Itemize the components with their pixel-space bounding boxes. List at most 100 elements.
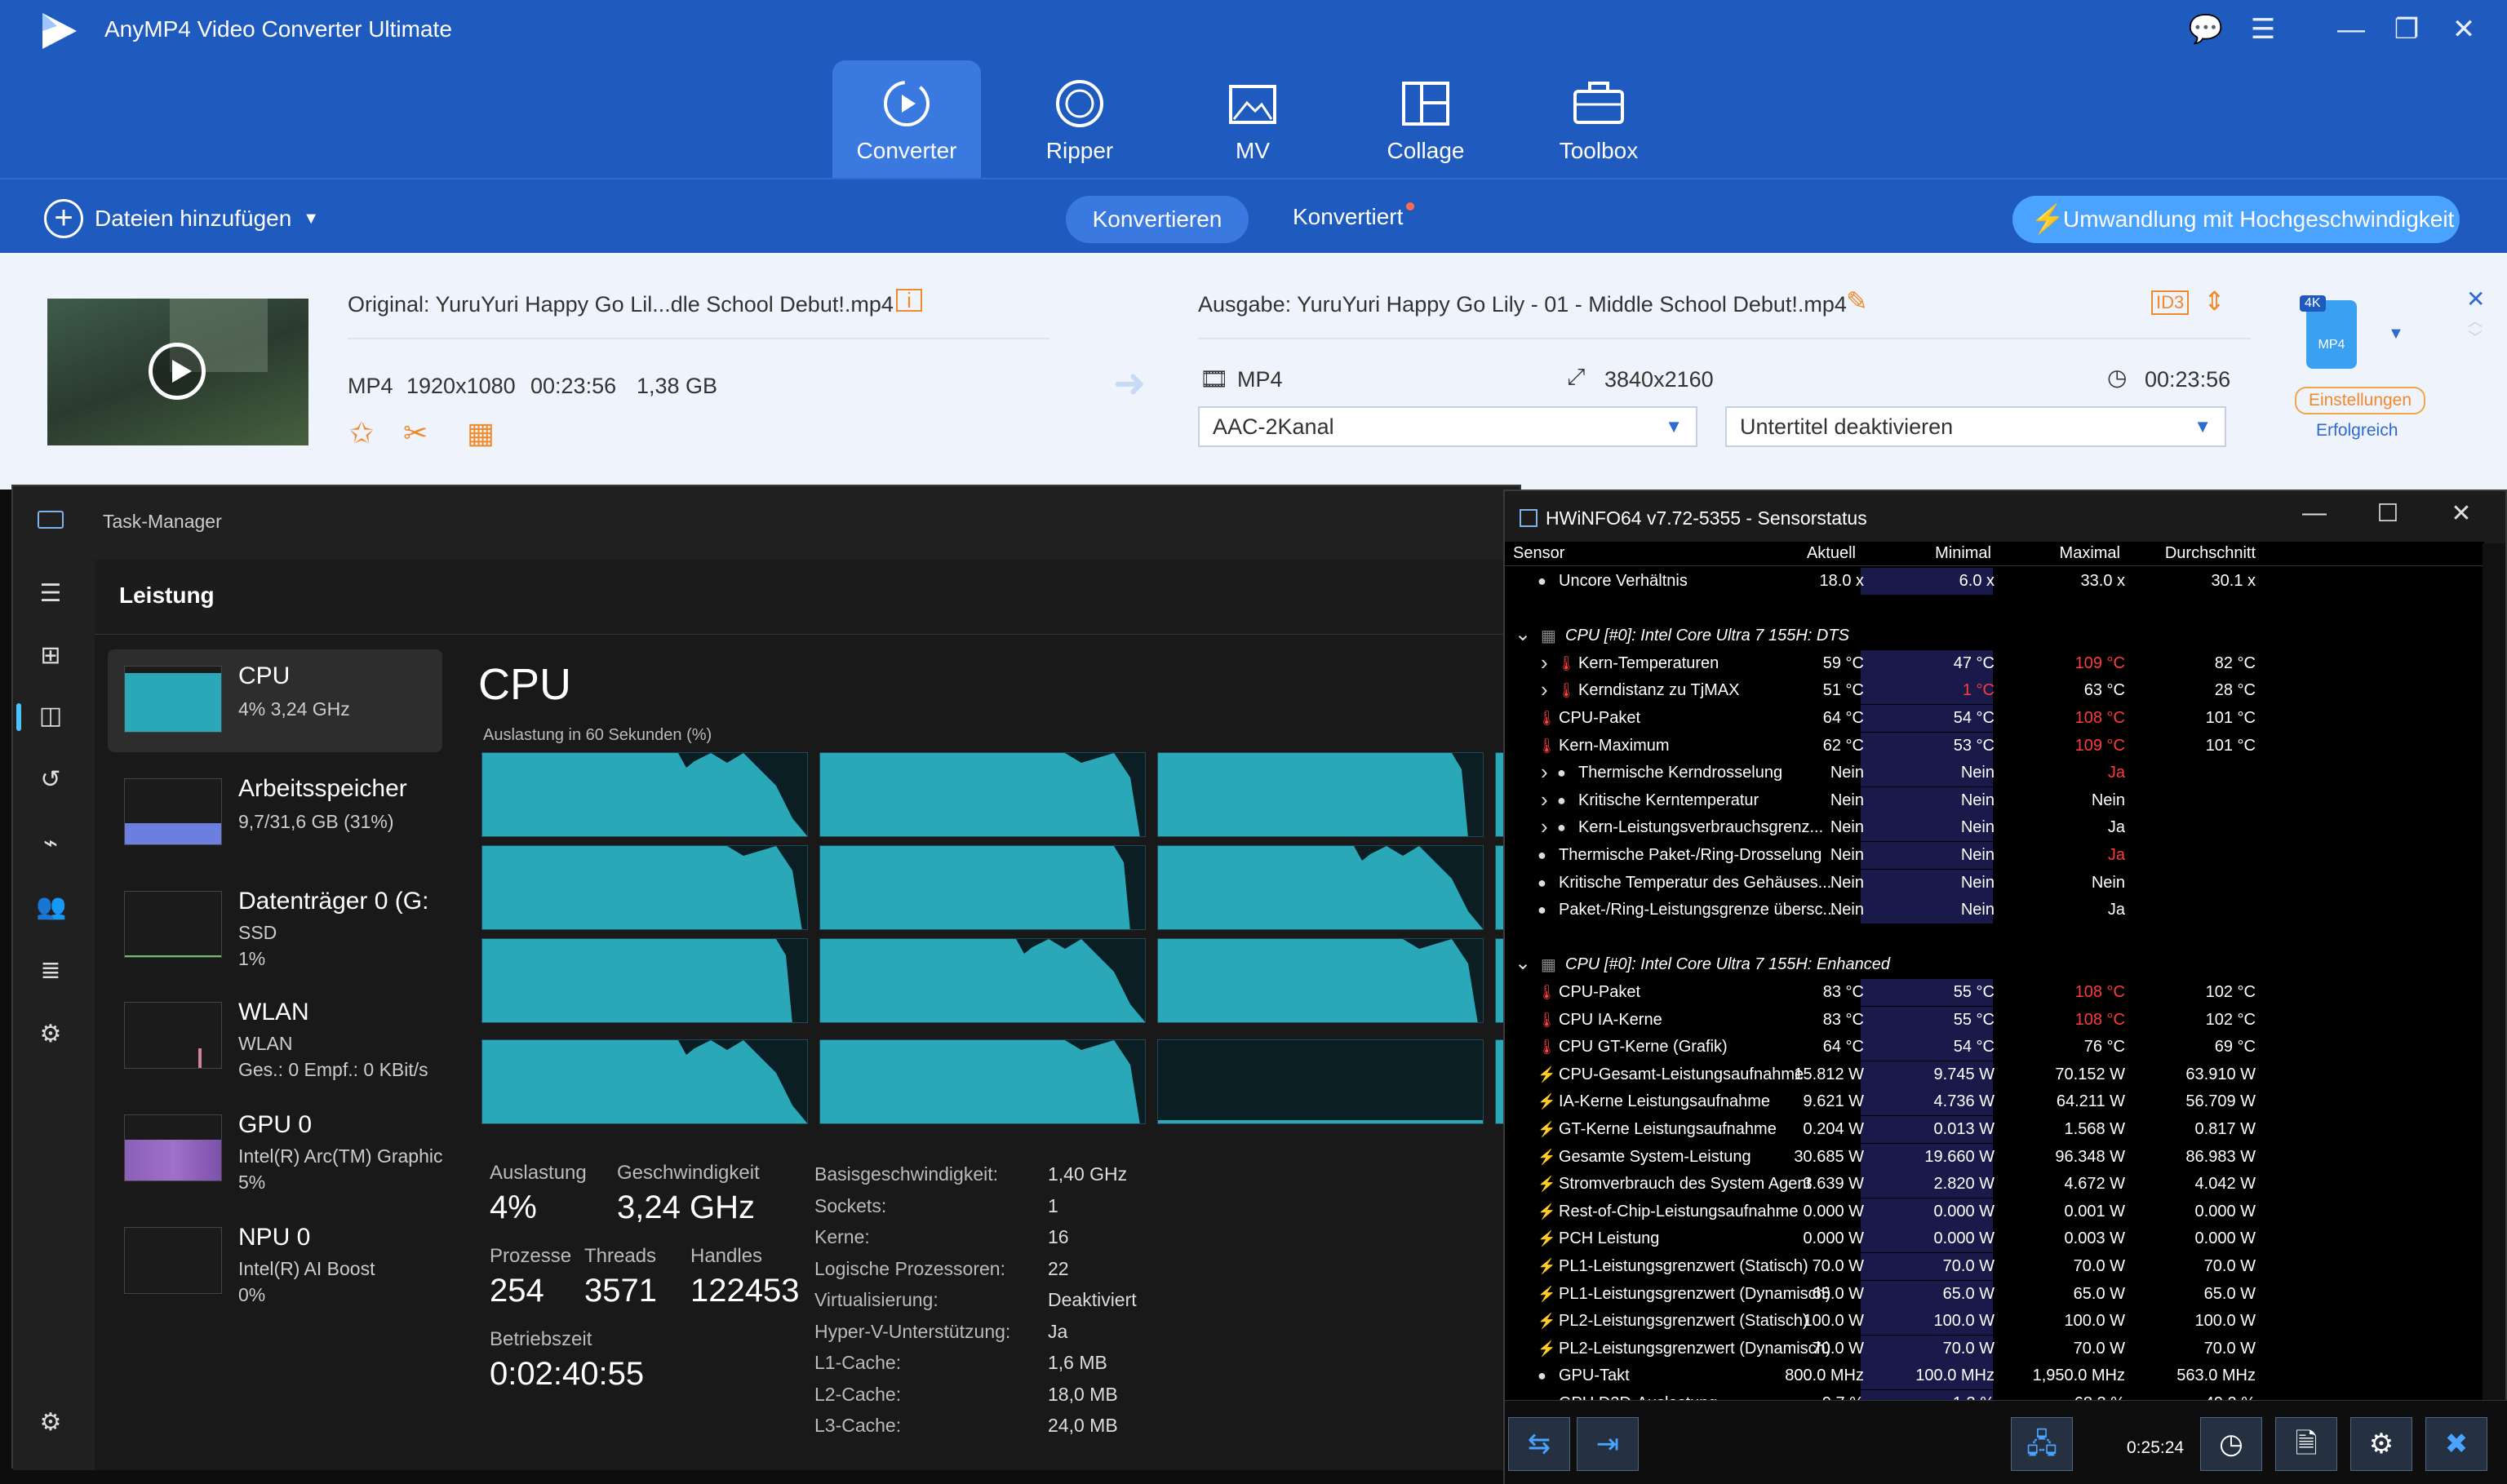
sensor-group-row[interactable]: ⌄ ▦ CPU [#0]: Intel Core Ultra 7 155H: Enh… [1505, 951, 2484, 978]
chevron-down-icon[interactable]: ▼ [303, 210, 319, 228]
play-icon[interactable] [149, 343, 206, 400]
sensor-row[interactable]: ⚡ Rest-of-Chip-Leistungsaufnahme 0.000 W 0.… [1505, 1198, 2484, 1225]
users-icon[interactable]: 👥 [36, 893, 66, 922]
rename-pencil-icon[interactable]: ✎ [1846, 286, 1868, 317]
tab-mv[interactable]: MV [1178, 60, 1327, 178]
menu-icon[interactable]: ☰ [2243, 13, 2283, 46]
sensor-row[interactable]: ●GPU D3D-Auslastung9.7 %1.3 %68.3 %49.2 … [1505, 1390, 2484, 1400]
sensor-row[interactable]: ⚡ Gesamte System-Leistung 30.685 W 19.660 W… [1505, 1143, 2484, 1171]
sensor-row[interactable]: › ● Kritische Kerntemperatur Nein Nein Nein [1505, 786, 2484, 814]
sensor-row[interactable]: ⚡ PL1-Leistungsgrenzwert (Dynamisch) 65.0 … [1505, 1280, 2484, 1308]
tab-konvertieren[interactable]: Konvertieren [1066, 196, 1249, 243]
expand-chevron-icon[interactable]: › [1541, 814, 1548, 839]
perf-card-npu[interactable]: NPU 0 Intel(R) AI Boost 0% [108, 1211, 442, 1313]
clock-reset-icon[interactable]: ◷ [2200, 1417, 2262, 1471]
high-speed-conversion-button[interactable]: ⚡ Umwandlung mit Hochgeschwindigkeit [2012, 196, 2460, 243]
expand-chevron-icon[interactable]: › [1541, 677, 1548, 702]
perf-card-memory[interactable]: Arbeitsspeicher 9,7/31,6 GB (31%) [108, 762, 442, 865]
sensor-row[interactable]: ⚡ PL2-Leistungsgrenzwert (Statisch) 100.0 … [1505, 1308, 2484, 1336]
sensor-row[interactable]: ● GPU-Takt 800.0 MHz 100.0 MHz 1,950.0 MHz 56… [1505, 1362, 2484, 1390]
sensor-row[interactable]: 🌡 CPU-Paket 83 °C 55 °C 108 °C 102 °C [1505, 979, 2484, 1006]
sensor-row[interactable]: 🌡 CPU IA-Kerne 83 °C 55 °C 108 °C 102 °C [1505, 1006, 2484, 1034]
processes-icon[interactable]: ⊞ [36, 641, 65, 671]
collapse-chevron-icon[interactable]: ⌄ [1515, 622, 1531, 646]
audio-track-select[interactable]: AAC-2Kanal ▼ [1198, 406, 1697, 447]
col-min[interactable]: Minimal [1893, 544, 1991, 563]
sensor-row[interactable]: ⚡ Stromverbrauch des System Agent 3.639 W2… [1505, 1171, 2484, 1198]
maximize-icon[interactable]: ❐ [2386, 13, 2427, 46]
perf-card-wlan[interactable]: WLAN WLAN Ges.: 0 Empf.: 0 KBit/s [108, 986, 442, 1088]
sensor-row[interactable]: 🌡 Kern-Maximum 62 °C 53 °C 109 °C 101 °C [1505, 732, 2484, 760]
expand-arrows-icon[interactable]: ⇆ [1508, 1417, 1570, 1471]
sensor-row[interactable]: 🌡 CPU-Paket 64 °C 54 °C 108 °C 101 °C [1505, 705, 2484, 732]
settings-gear-icon[interactable]: ⚙ [2350, 1417, 2412, 1471]
sensor-row[interactable]: › 🌡 Kerndistanz zu TjMAX 51 °C 1 °C 63 °C 28 °… [1505, 677, 2484, 705]
log-file-icon[interactable]: 🗎 [2275, 1417, 2337, 1471]
chevron-down-icon[interactable]: ▼ [2388, 325, 2404, 343]
collapse-arrows-icon[interactable]: ⇥ [1577, 1417, 1639, 1471]
remove-item-icon[interactable]: ✕ [2466, 286, 2485, 312]
edit-effects-icon[interactable]: ▦ [467, 416, 495, 450]
sensor-row[interactable]: ● Uncore Verhältnis 18.0 x 6.0 x 33.0 x 30.1 … [1505, 568, 2484, 595]
sensor-row[interactable]: › ● Kern-Leistungsverbrauchsgrenz... Nein Ne… [1505, 814, 2484, 842]
sensor-row[interactable]: 🌡 CPU GT-Kerne (Grafik) 64 °C 54 °C 76 °C 69 … [1505, 1034, 2484, 1061]
sensor-row[interactable] [1505, 924, 2484, 951]
sensor-row[interactable]: › 🌡 Kern-Temperaturen 59 °C 47 °C 109 °C 82 °C [1505, 649, 2484, 677]
sensor-row[interactable]: ⚡ GT-Kerne Leistungsaufnahme 0.204 W 0.013 … [1505, 1116, 2484, 1143]
tab-toolbox[interactable]: Toolbox [1524, 60, 1673, 178]
col-current[interactable]: Aktuell [1758, 544, 1856, 563]
subtitle-select[interactable]: Untertitel deaktivieren ▼ [1725, 406, 2226, 447]
maximize-icon[interactable]: ☐ [2363, 499, 2412, 528]
sensor-group-row[interactable]: ⌄ ▦ CPU [#0]: Intel Core Ultra 7 155H: DTS [1505, 622, 2484, 649]
details-icon[interactable]: ≣ [36, 956, 65, 986]
sensor-row[interactable]: ⚡ PCH Leistung 0.000 W 0.000 W 0.003 W 0.000 … [1505, 1225, 2484, 1253]
perf-card-cpu[interactable]: CPU 4% 3,24 GHz [108, 649, 442, 752]
settings-button[interactable]: Einstellungen [2295, 387, 2425, 414]
perf-card-disk[interactable]: Datenträger 0 (G: SSD 1% [108, 875, 442, 977]
perf-card-gpu[interactable]: GPU 0 Intel(R) Arc(TM) Graphic 5% [108, 1098, 442, 1201]
minimize-icon[interactable]: — [2331, 13, 2372, 46]
tab-ripper[interactable]: Ripper [1005, 60, 1154, 178]
services-icon[interactable]: ⚙ [36, 1020, 65, 1049]
performance-icon[interactable]: ◫ [36, 702, 65, 731]
hamburger-menu-icon[interactable]: ☰ [36, 579, 65, 609]
sensor-row[interactable]: ⚡ PL1-Leistungsgrenzwert (Statisch) 70.0 W… [1505, 1253, 2484, 1280]
expand-chevron-icon[interactable]: › [1541, 650, 1548, 676]
compress-icon[interactable]: ⇕ [2203, 286, 2225, 317]
sensor-row[interactable]: ⚡ IA-Kerne Leistungsaufnahme 9.621 W 4.736 … [1505, 1088, 2484, 1116]
expand-chevron-icon[interactable]: › [1541, 760, 1548, 785]
tab-konvertiert[interactable]: Konvertiert [1293, 202, 1415, 230]
add-files-button[interactable]: + Dateien hinzufügen ▼ [44, 199, 319, 238]
info-icon[interactable]: i [896, 289, 922, 312]
close-icon[interactable]: ✕ [2437, 499, 2486, 528]
settings-gear-icon[interactable]: ⚙ [36, 1408, 65, 1437]
reorder-arrows-icon[interactable]: ︿ ﹀ [2468, 313, 2483, 346]
collapse-chevron-icon[interactable]: ⌄ [1515, 951, 1531, 975]
output-format-badge[interactable]: 4K MP4 [2300, 295, 2357, 369]
startup-apps-icon[interactable]: ⌁ [36, 829, 65, 858]
network-icon[interactable]: 🖧 [2011, 1417, 2073, 1471]
tab-converter[interactable]: Converter [832, 60, 981, 178]
enhance-icon[interactable]: ✩ [349, 416, 374, 450]
sensor-row[interactable]: ● Thermische Paket-/Ring-Drosselung Nein Ne… [1505, 842, 2484, 869]
sensor-row[interactable]: ● Kritische Temperatur des Gehäuses... Nei… [1505, 869, 2484, 897]
scrollbar[interactable] [2483, 543, 2505, 1400]
sensor-row[interactable]: ⚡ CPU-Gesamt-Leistungsaufnahme 15.812 W 9.7… [1505, 1061, 2484, 1088]
expand-chevron-icon[interactable]: › [1541, 787, 1548, 813]
video-thumbnail[interactable] [47, 299, 308, 445]
cut-icon[interactable]: ✂ [403, 416, 428, 450]
sensor-row[interactable] [1505, 596, 2484, 622]
sensor-row[interactable]: › ● Thermische Kerndrosselung Nein Nein Ja [1505, 760, 2484, 787]
col-sensor[interactable]: Sensor [1513, 544, 1564, 563]
close-x-icon[interactable]: ✖ [2425, 1417, 2487, 1471]
close-icon[interactable]: ✕ [2443, 13, 2484, 46]
minimize-icon[interactable]: — [2290, 499, 2339, 527]
col-avg[interactable]: Durchschnitt [2125, 544, 2256, 563]
app-history-icon[interactable]: ↺ [36, 765, 65, 795]
id3-icon[interactable]: ID3 [2151, 290, 2190, 315]
sensor-row[interactable]: ● Paket-/Ring-Leistungsgrenze übersc... Ne… [1505, 897, 2484, 924]
feedback-icon[interactable]: 💬 [2185, 13, 2226, 46]
col-max[interactable]: Maximal [2022, 544, 2120, 563]
tab-collage[interactable]: Collage [1351, 60, 1500, 178]
sensor-row[interactable]: ⚡ PL2-Leistungsgrenzwert (Dynamisch) 70.0 … [1505, 1335, 2484, 1362]
